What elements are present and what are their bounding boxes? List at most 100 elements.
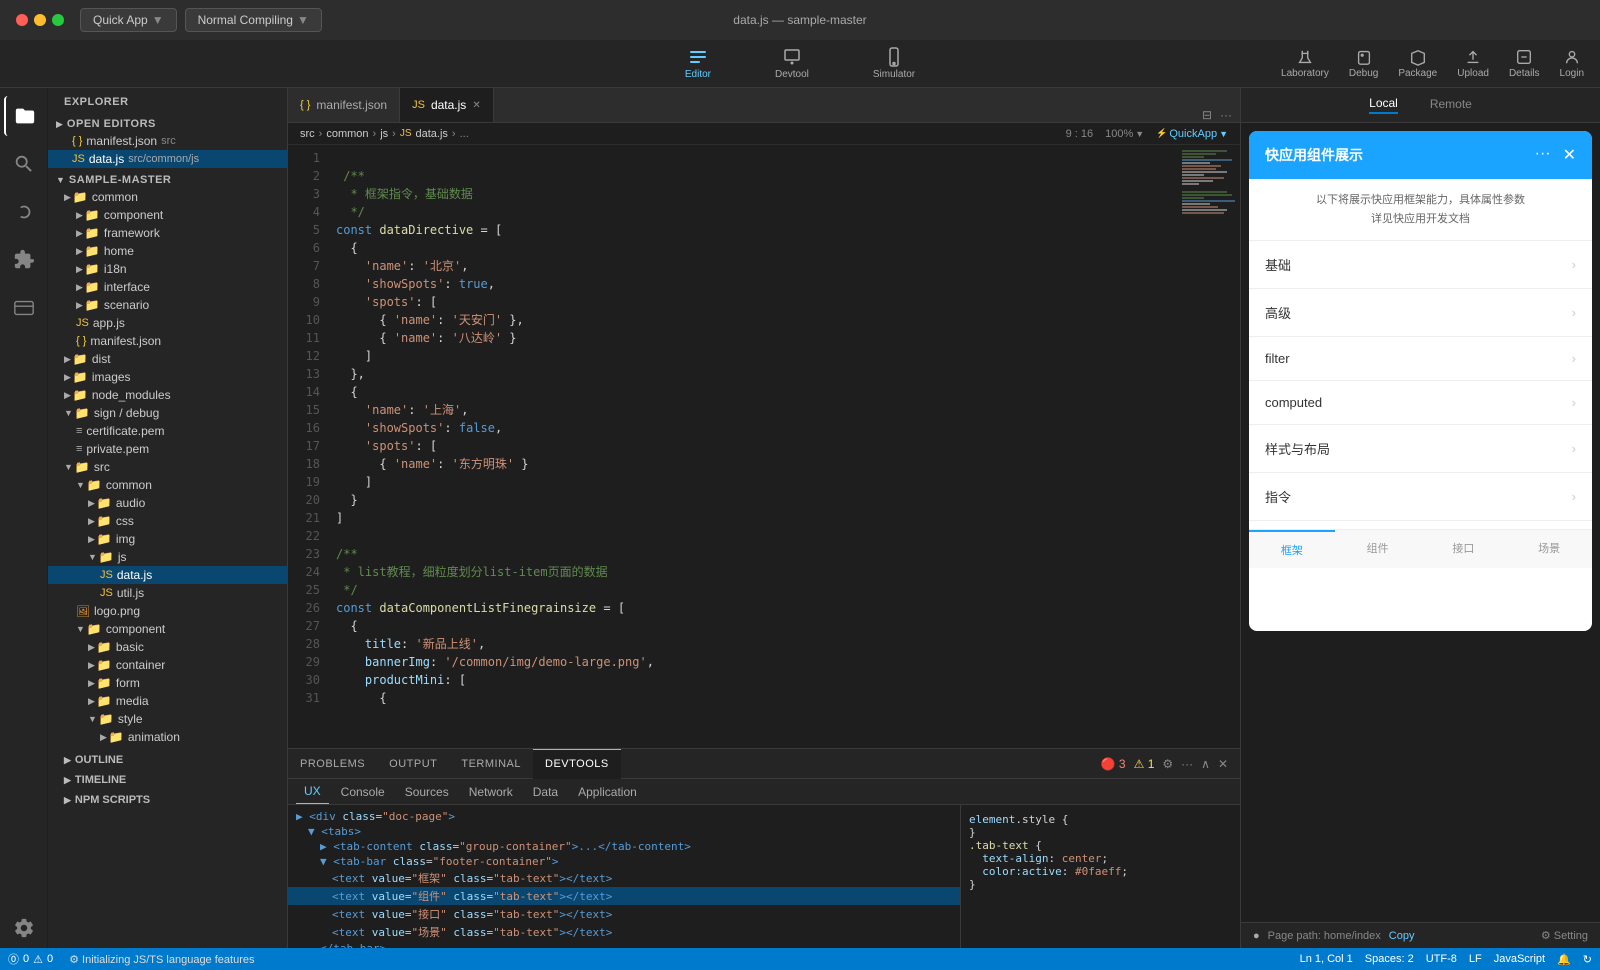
- tree-images[interactable]: ▶📁images: [48, 368, 287, 386]
- html-line-3[interactable]: ▶ <tab-content class="group-container">.…: [288, 839, 960, 854]
- timeline-header[interactable]: ▶ TIMELINE: [48, 770, 287, 790]
- spaces-indicator[interactable]: Spaces: 2: [1365, 953, 1414, 965]
- panel-close-icon[interactable]: ✕: [1218, 757, 1228, 771]
- source-control-icon[interactable]: [4, 192, 44, 232]
- phone-footer-scene[interactable]: 场景: [1506, 530, 1592, 568]
- compile-button[interactable]: Normal Compiling ▼: [185, 8, 322, 32]
- maximize-dot[interactable]: [52, 14, 64, 26]
- phone-menu-computed[interactable]: computed›: [1249, 381, 1592, 425]
- html-line-6[interactable]: <text value="组件" class="tab-text"></text…: [288, 887, 960, 905]
- tree-cert[interactable]: ≡certificate.pem: [48, 422, 287, 440]
- html-line-5[interactable]: <text value="框架" class="tab-text"></text…: [288, 869, 960, 887]
- phone-menu-directive[interactable]: 指令›: [1249, 473, 1592, 521]
- tree-form[interactable]: ▶📁form: [48, 674, 287, 692]
- tab-terminal[interactable]: TERMINAL: [449, 749, 533, 779]
- breadcrumb-common[interactable]: common: [326, 128, 368, 140]
- code-content[interactable]: /** * 框架指令，基础数据 */ const dataDirective =…: [328, 145, 1180, 748]
- panel-minimize-icon[interactable]: ∧: [1201, 757, 1210, 771]
- preview-tab-local[interactable]: Local: [1369, 96, 1398, 114]
- cursor-pos[interactable]: Ln 1, Col 1: [1300, 953, 1353, 965]
- html-line-7[interactable]: <text value="接口" class="tab-text"></text…: [288, 905, 960, 923]
- phone-menu-style[interactable]: 样式与布局›: [1249, 425, 1592, 473]
- open-editors-header[interactable]: ▶ OPEN EDITORS: [48, 116, 287, 132]
- html-line-4[interactable]: ▼ <tab-bar class="footer-container">: [288, 854, 960, 869]
- phone-menu-filter[interactable]: filter›: [1249, 337, 1592, 381]
- setting-button[interactable]: ⚙ Setting: [1541, 929, 1588, 942]
- panel-settings-icon[interactable]: ⚙: [1162, 757, 1173, 771]
- tree-style[interactable]: ▼📁style: [48, 710, 287, 728]
- debug-button[interactable]: Debug: [1349, 48, 1378, 79]
- devtool-button[interactable]: Devtool: [759, 43, 825, 84]
- minimize-dot[interactable]: [34, 14, 46, 26]
- tree-dist[interactable]: ▶📁dist: [48, 350, 287, 368]
- subtab-ux[interactable]: UX: [296, 780, 329, 804]
- phone-footer-component[interactable]: 组件: [1335, 530, 1421, 568]
- tree-js[interactable]: ▼📁js: [48, 548, 287, 566]
- subtab-data[interactable]: Data: [525, 780, 566, 804]
- copy-button[interactable]: Copy: [1389, 930, 1415, 942]
- tree-appjs[interactable]: JSapp.js: [48, 314, 287, 332]
- tree-framework[interactable]: ▶📁framework: [48, 224, 287, 242]
- line-ending[interactable]: LF: [1469, 953, 1482, 965]
- sync-icon[interactable]: ↻: [1583, 953, 1592, 966]
- tree-audio[interactable]: ▶📁audio: [48, 494, 287, 512]
- details-button[interactable]: Details: [1509, 48, 1540, 79]
- search-icon[interactable]: [4, 144, 44, 184]
- tree-utiljs[interactable]: JSutil.js: [48, 584, 287, 602]
- language-mode[interactable]: JavaScript: [1494, 953, 1545, 965]
- tree-src-component[interactable]: ▼📁component: [48, 620, 287, 638]
- html-line-2[interactable]: ▼ <tabs>: [288, 824, 960, 839]
- tab-output[interactable]: OUTPUT: [377, 749, 449, 779]
- npm-scripts-header[interactable]: ▶ NPM SCRIPTS: [48, 790, 287, 810]
- tree-css[interactable]: ▶📁css: [48, 512, 287, 530]
- breadcrumb-js[interactable]: js: [380, 128, 388, 140]
- preview-tab-remote[interactable]: Remote: [1430, 97, 1472, 113]
- subtab-network[interactable]: Network: [461, 780, 521, 804]
- tab-datajs[interactable]: JS data.js ✕: [400, 88, 494, 122]
- tree-img[interactable]: ▶📁img: [48, 530, 287, 548]
- split-editor-icon[interactable]: ⊟: [1202, 108, 1212, 122]
- open-editor-manifest[interactable]: { } manifest.json src: [48, 132, 287, 150]
- tree-interface[interactable]: ▶📁interface: [48, 278, 287, 296]
- tab-manifest[interactable]: { } manifest.json: [288, 88, 400, 122]
- subtab-application[interactable]: Application: [570, 780, 645, 804]
- subtab-console[interactable]: Console: [333, 780, 393, 804]
- encoding-indicator[interactable]: UTF-8: [1426, 953, 1457, 965]
- tree-nodemodules[interactable]: ▶📁node_modules: [48, 386, 287, 404]
- tree-sign[interactable]: ▼📁sign / debug: [48, 404, 287, 422]
- phone-footer-interface[interactable]: 接口: [1421, 530, 1507, 568]
- breadcrumb-src[interactable]: src: [300, 128, 315, 140]
- explorer-icon[interactable]: [4, 96, 44, 136]
- tree-container[interactable]: ▶📁container: [48, 656, 287, 674]
- more-dots-icon[interactable]: ···: [1535, 145, 1551, 165]
- simulator-button[interactable]: Simulator: [857, 43, 931, 84]
- tree-datajs[interactable]: JSdata.js: [48, 566, 287, 584]
- tab-devtools[interactable]: DEVTOOLS: [533, 749, 621, 779]
- project-name-badge[interactable]: ⚡QuickApp▼: [1156, 128, 1228, 140]
- tree-media[interactable]: ▶📁media: [48, 692, 287, 710]
- login-button[interactable]: Login: [1560, 48, 1584, 79]
- tab-problems[interactable]: PROBLEMS: [288, 749, 377, 779]
- close-phone-icon[interactable]: ✕: [1563, 145, 1576, 165]
- tree-home[interactable]: ▶📁home: [48, 242, 287, 260]
- tree-i18n[interactable]: ▶📁i18n: [48, 260, 287, 278]
- outline-header[interactable]: ▶ OUTLINE: [48, 750, 287, 770]
- upload-button[interactable]: Upload: [1457, 48, 1489, 79]
- tree-scenario[interactable]: ▶📁scenario: [48, 296, 287, 314]
- html-line-8[interactable]: <text value="场景" class="tab-text"></text…: [288, 923, 960, 941]
- settings-icon[interactable]: [4, 908, 44, 948]
- tree-manifestjson[interactable]: { }manifest.json: [48, 332, 287, 350]
- breadcrumb-datajs[interactable]: data.js: [416, 128, 448, 140]
- html-line-1[interactable]: ▶ <div class="doc-page">: [288, 809, 960, 824]
- tree-src[interactable]: ▼📁src: [48, 458, 287, 476]
- zoom-level[interactable]: 100% ▼: [1105, 128, 1144, 140]
- notifications-icon[interactable]: 🔔: [1557, 953, 1571, 966]
- window-controls[interactable]: [16, 14, 64, 26]
- tree-basic[interactable]: ▶📁basic: [48, 638, 287, 656]
- laboratory-button[interactable]: Laboratory: [1281, 48, 1329, 79]
- tree-component[interactable]: ▶📁component: [48, 206, 287, 224]
- close-dot[interactable]: [16, 14, 28, 26]
- more-icon[interactable]: ···: [1220, 108, 1232, 122]
- html-line-9[interactable]: </tab-bar>: [288, 941, 960, 948]
- editor-button[interactable]: Editor: [669, 43, 727, 84]
